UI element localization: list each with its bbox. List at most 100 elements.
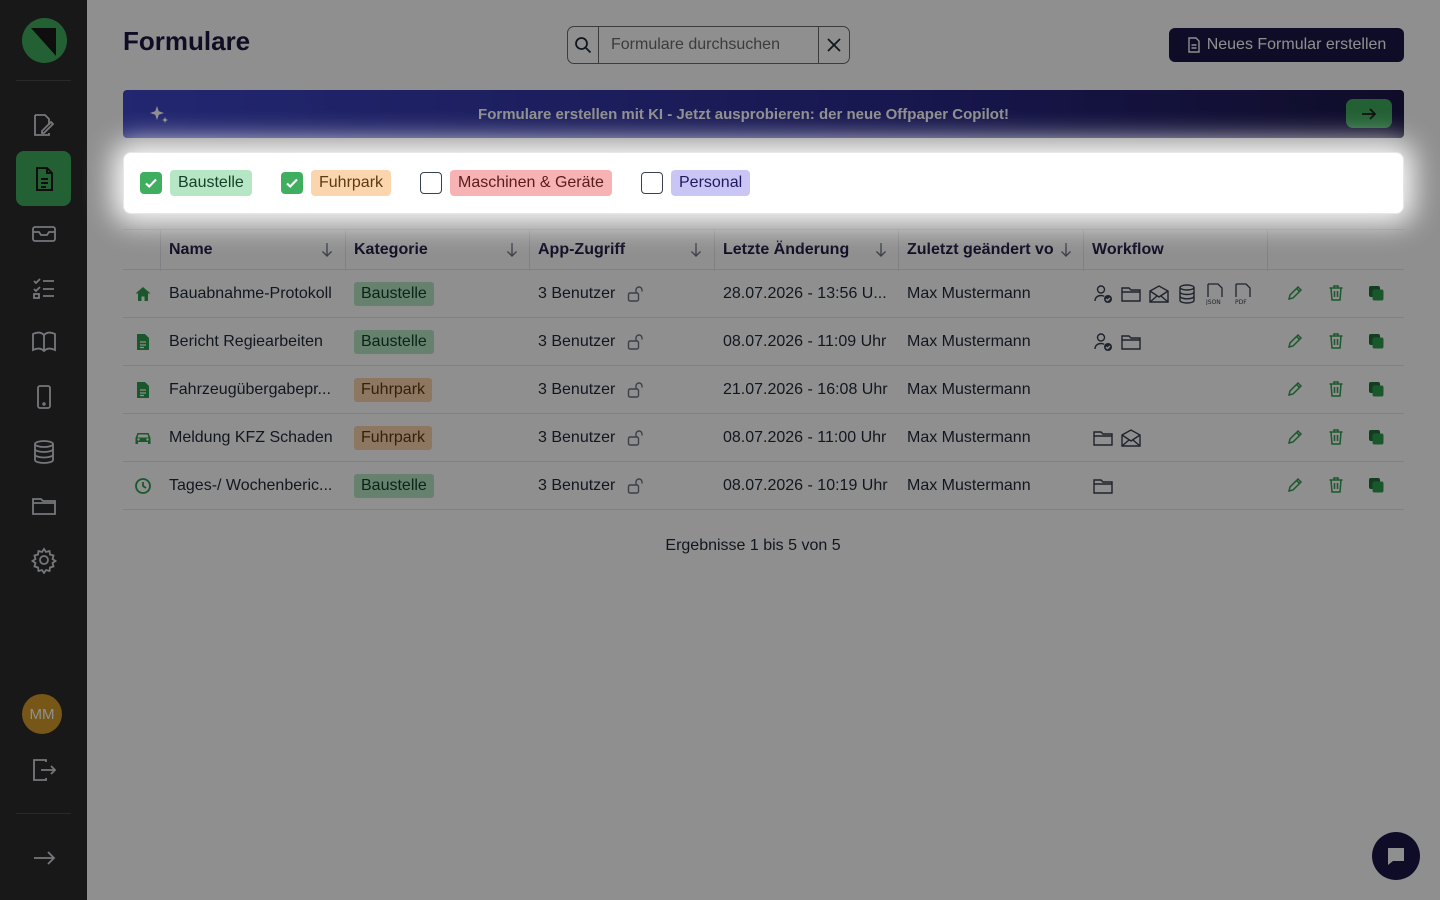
search-input[interactable] (599, 27, 818, 63)
folder-icon (1120, 331, 1142, 353)
checkbox[interactable] (420, 172, 442, 194)
filter-maschinen-geraete[interactable]: Maschinen & Geräte (420, 170, 612, 196)
duplicate-icon[interactable] (1367, 428, 1385, 451)
sort-arrow-icon[interactable] (321, 242, 333, 258)
results-count: Ergebnisse 1 bis 5 von 5 (665, 537, 841, 554)
checkbox[interactable] (281, 172, 303, 194)
workflow-icons (1092, 414, 1264, 461)
edit-icon[interactable] (1286, 284, 1304, 307)
folder-icon (1120, 283, 1142, 305)
unlock-icon[interactable] (627, 333, 644, 351)
edit-icon[interactable] (1286, 332, 1304, 355)
access-count: 3 Benutzer (538, 332, 616, 350)
unlock-icon[interactable] (627, 285, 644, 303)
form-name[interactable]: Bauabnahme-Protokoll (169, 270, 341, 317)
form-name[interactable]: Fahrzeugübergabepr... (169, 366, 341, 413)
app-access-cell: 3 Benutzer (538, 318, 708, 365)
checklist-icon (32, 277, 54, 299)
sort-arrow-icon[interactable] (690, 242, 702, 258)
unlock-icon[interactable] (627, 381, 644, 399)
last-change: 08.07.2026 - 10:19 Uhr (723, 476, 888, 494)
filter-baustelle[interactable]: Baustelle (140, 170, 252, 196)
search-box (567, 26, 850, 64)
column-divider (1267, 230, 1268, 271)
avatar[interactable]: MM (22, 694, 62, 734)
banner-text: Formulare erstellen mit KI - Jetzt auspr… (478, 105, 1009, 123)
edit-icon[interactable] (1286, 476, 1304, 499)
duplicate-icon[interactable] (1367, 380, 1385, 403)
duplicate-icon[interactable] (1367, 284, 1385, 307)
table-header-row: Name Kategorie App-Zugriff Letzte Änderu… (123, 229, 1404, 271)
unlock-icon[interactable] (627, 429, 644, 447)
table-row[interactable]: Bericht Regiearbeiten Baustelle 3 Benutz… (123, 318, 1404, 366)
delete-icon[interactable] (1328, 476, 1344, 499)
form-name[interactable]: Meldung KFZ Schaden (169, 414, 341, 461)
unlock-icon[interactable] (627, 477, 644, 495)
table-row[interactable]: Meldung KFZ Schaden Fuhrpark 3 Benutzer … (123, 414, 1404, 462)
sidebar-item-files[interactable] (16, 478, 71, 533)
filter-fuhrpark[interactable]: Fuhrpark (281, 170, 392, 196)
edit-icon[interactable] (1286, 380, 1304, 403)
sidebar-item-docs[interactable] (16, 314, 71, 369)
sidebar-item-app[interactable] (16, 369, 71, 424)
column-header-last-change[interactable]: Letzte Änderung (723, 230, 883, 269)
filter-tag: Maschinen & Geräte (450, 170, 612, 196)
new-form-button[interactable]: Neues Formular erstellen (1169, 28, 1404, 62)
logout-icon (32, 758, 56, 781)
last-change: 08.07.2026 - 11:09 Uhr (723, 332, 887, 350)
checkbox[interactable] (140, 172, 162, 194)
logo[interactable] (22, 18, 67, 63)
changed-by: Max Mustermann (907, 284, 1031, 302)
delete-icon[interactable] (1328, 380, 1344, 403)
table-body: Bauabnahme-Protokoll Baustelle 3 Benutze… (123, 270, 1404, 510)
column-header-app-access[interactable]: App-Zugriff (538, 230, 698, 269)
check-icon (286, 178, 298, 189)
category-badge: Baustelle (354, 473, 434, 498)
chat-button[interactable] (1372, 832, 1420, 880)
sort-arrow-icon[interactable] (1060, 242, 1072, 258)
app-access-cell: 3 Benutzer (538, 366, 708, 413)
expand-sidebar-button[interactable] (16, 830, 71, 885)
duplicate-icon[interactable] (1367, 332, 1385, 355)
svg-text:JSON: JSON (1205, 299, 1221, 305)
column-divider (529, 230, 530, 271)
sidebar-item-forms[interactable] (16, 151, 71, 206)
sidebar-item-editor[interactable] (16, 97, 71, 152)
sidebar-divider (16, 80, 71, 81)
delete-icon[interactable] (1328, 284, 1344, 307)
column-header-category[interactable]: Kategorie (354, 230, 514, 269)
category-badge: Baustelle (354, 281, 434, 306)
sidebar-item-inbox[interactable] (16, 206, 71, 261)
filter-personal[interactable]: Personal (641, 170, 751, 196)
workflow-icons: JSON PDF (1092, 270, 1264, 317)
category-cell: Baustelle (354, 462, 524, 509)
filter-tag: Personal (671, 170, 751, 196)
edit-icon[interactable] (1286, 428, 1304, 451)
delete-icon[interactable] (1328, 332, 1344, 355)
column-header-name[interactable]: Name (169, 230, 339, 269)
column-header-changed-by[interactable]: Zuletzt geändert vo (907, 230, 1059, 269)
folder-icon (31, 497, 56, 515)
clear-search-button[interactable] (818, 27, 849, 63)
sidebar-item-settings[interactable] (16, 532, 71, 587)
logout-button[interactable] (16, 742, 71, 797)
sort-arrow-icon[interactable] (506, 242, 518, 258)
delete-icon[interactable] (1328, 428, 1344, 451)
copilot-try-button[interactable] (1346, 99, 1392, 128)
duplicate-icon[interactable] (1367, 476, 1385, 499)
form-name[interactable]: Bericht Regiearbeiten (169, 318, 341, 365)
car-icon (133, 414, 153, 461)
sidebar-item-database[interactable] (16, 424, 71, 479)
sidebar-item-tasks[interactable] (16, 260, 71, 315)
table-row[interactable]: Tages-/ Wochenberic... Baustelle 3 Benut… (123, 462, 1404, 510)
form-name[interactable]: Tages-/ Wochenberic... (169, 462, 341, 509)
sort-arrow-icon[interactable] (875, 242, 887, 258)
table-row[interactable]: Fahrzeugübergabepr... Fuhrpark 3 Benutze… (123, 366, 1404, 414)
folder-icon (1092, 427, 1114, 449)
arrow-right-icon (33, 850, 55, 865)
table-row[interactable]: Bauabnahme-Protokoll Baustelle 3 Benutze… (123, 270, 1404, 318)
category-badge: Fuhrpark (354, 425, 433, 450)
search-icon[interactable] (568, 27, 599, 63)
checkbox[interactable] (641, 172, 663, 194)
json-file-icon: JSON (1204, 282, 1226, 305)
